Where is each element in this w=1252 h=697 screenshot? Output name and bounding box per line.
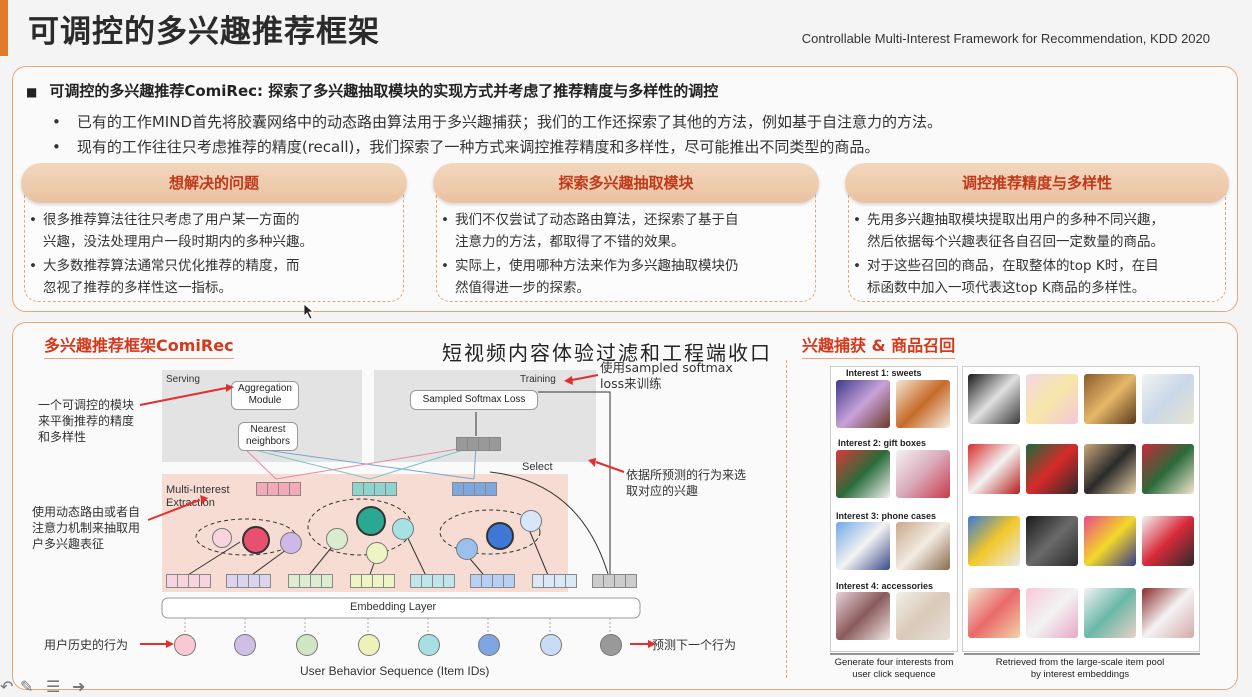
card-extraction-line: 注意力的方法，都取得了不错的效果。 xyxy=(455,234,685,250)
red-arrowhead xyxy=(648,640,656,648)
red-arrow xyxy=(139,387,227,406)
card-problem-line: 大多数推荐算法通常只优化推荐的精度，而 xyxy=(29,255,299,277)
card-extraction-title: 探索多兴趣抽取模块 xyxy=(433,163,819,203)
retrieved-thumbnail xyxy=(1142,516,1194,566)
retrieved-thumbnail xyxy=(968,444,1020,494)
pen-icon[interactable]: ✎ xyxy=(20,677,33,696)
retrieved-thumbnail xyxy=(1026,374,1078,424)
interest-label-gift-boxes: Interest 2: gift boxes xyxy=(838,438,927,448)
card-extraction-line: 我们不仅尝试了动态路由算法，还探索了基于自 xyxy=(441,209,738,231)
card-diversity-line: 先用多兴趣抽取模块提取出用户的多种不同兴趣， xyxy=(853,209,1164,231)
annotation-arrows xyxy=(139,374,656,648)
interest-label-phone-cases: Interest 3: phone cases xyxy=(836,511,937,521)
red-arrowhead xyxy=(588,458,596,467)
summary-sub-bullet-1: 已有的工作MIND首先将胶囊网络中的动态路由算法用于多兴趣捕获；我们的工作还探索… xyxy=(52,111,942,132)
retrieved-thumbnail xyxy=(1084,374,1136,424)
product-thumbnail xyxy=(896,592,950,640)
back-arrow-icon[interactable]: ↶ xyxy=(0,677,13,696)
red-arrow xyxy=(595,461,625,473)
card-extraction: 探索多兴趣抽取模块 我们不仅尝试了动态路由算法，还探索了基于自 注意力的方法，都… xyxy=(433,163,819,302)
slide-title: 可调控的多兴趣推荐框架 xyxy=(28,14,380,50)
retrieved-thumbnail xyxy=(1142,444,1194,494)
retrieved-thumbnail xyxy=(968,588,1020,638)
product-thumbnail xyxy=(836,522,890,570)
red-arrowhead xyxy=(226,384,234,392)
red-arrow xyxy=(571,374,599,381)
capture-title: 兴趣捕获 & 商品召回 xyxy=(802,332,956,359)
mouse-cursor-icon xyxy=(304,304,315,320)
retrieved-thumbnail xyxy=(1026,588,1078,638)
product-thumbnail xyxy=(896,380,950,428)
menu-icon[interactable]: ☰ xyxy=(46,677,60,696)
retrieved-thumbnail xyxy=(1142,588,1194,638)
retrieved-thumbnail xyxy=(1026,516,1078,566)
card-diversity-line: 对于这些召回的商品，在取整体的top K时，在目 xyxy=(853,255,1159,277)
card-problem: 想解决的问题 很多推荐算法往往只考虑了用户某一方面的 兴趣，没法处理用户一段时期… xyxy=(21,163,407,302)
summary-main-bullet: 可调控的多兴趣推荐ComiRec: 探索了多兴趣抽取模块的实现方式并考虑了推荐精… xyxy=(26,80,718,101)
card-problem-line: 兴趣，没法处理用户一段时期内的多种兴趣。 xyxy=(43,234,313,250)
interest-label-accessories: Interest 4: accessories xyxy=(836,581,934,591)
card-extraction-line: 实际上，使用哪种方法来作为多兴趣抽取模块仍 xyxy=(441,255,738,277)
retrieved-thumbnail xyxy=(968,516,1020,566)
summary-sub-bullet-2: 现有的工作往往只考虑推荐的精度(recall)，我们探索了一种方式来调控推荐精度… xyxy=(52,136,880,157)
panel-divider xyxy=(786,360,787,678)
red-arrowhead xyxy=(166,640,174,648)
product-thumbnail xyxy=(896,450,950,498)
retrieved-thumbnail xyxy=(1026,444,1078,494)
card-problem-title: 想解决的问题 xyxy=(21,163,407,203)
title-accent-bar xyxy=(0,0,8,56)
card-extraction-line: 然值得进一步的探索。 xyxy=(455,280,590,296)
product-thumbnail xyxy=(896,522,950,570)
card-problem-line: 很多推荐算法往往只考虑了用户某一方面的 xyxy=(29,209,299,231)
retrieved-thumbnail xyxy=(1084,444,1136,494)
retrieved-thumbnail xyxy=(1084,516,1136,566)
product-thumbnail xyxy=(836,380,890,428)
card-diversity-line: 标函数中加入一项代表这top K商品的多样性。 xyxy=(867,280,1146,296)
behavior-sequence-label: User Behavior Sequence (Item IDs) xyxy=(300,664,490,678)
product-thumbnail xyxy=(836,592,890,640)
retrieved-thumbnail xyxy=(968,374,1020,424)
interest-label-sweets: Interest 1: sweets xyxy=(846,368,922,378)
card-diversity-line: 然后依据每个兴趣表征各自召回一定数量的商品。 xyxy=(867,234,1164,250)
red-arrowhead xyxy=(200,495,208,504)
card-problem-line: 忽视了推荐的多样性这一指标。 xyxy=(43,280,232,296)
paper-reference: Controllable Multi-Interest Framework fo… xyxy=(801,31,1210,46)
card-diversity: 调控推荐精度与多样性 先用多兴趣抽取模块提取出用户的多种不同兴趣， 然后依据每个… xyxy=(845,163,1229,302)
framework-title: 多兴趣推荐框架ComiRec xyxy=(44,332,234,359)
card-diversity-title: 调控推荐精度与多样性 xyxy=(845,163,1229,203)
red-arrowhead xyxy=(564,376,573,385)
red-arrow xyxy=(147,499,201,521)
retrieved-thumbnail xyxy=(1084,588,1136,638)
caption-retrieved-items: Retrieved from the large-scale item pool… xyxy=(995,657,1165,680)
retrieved-thumbnail xyxy=(1142,374,1194,424)
product-thumbnail xyxy=(836,450,890,498)
forward-arrow-icon[interactable]: ➜ xyxy=(72,677,85,696)
caption-generate-interests: Generate four interests from user click … xyxy=(834,657,954,680)
